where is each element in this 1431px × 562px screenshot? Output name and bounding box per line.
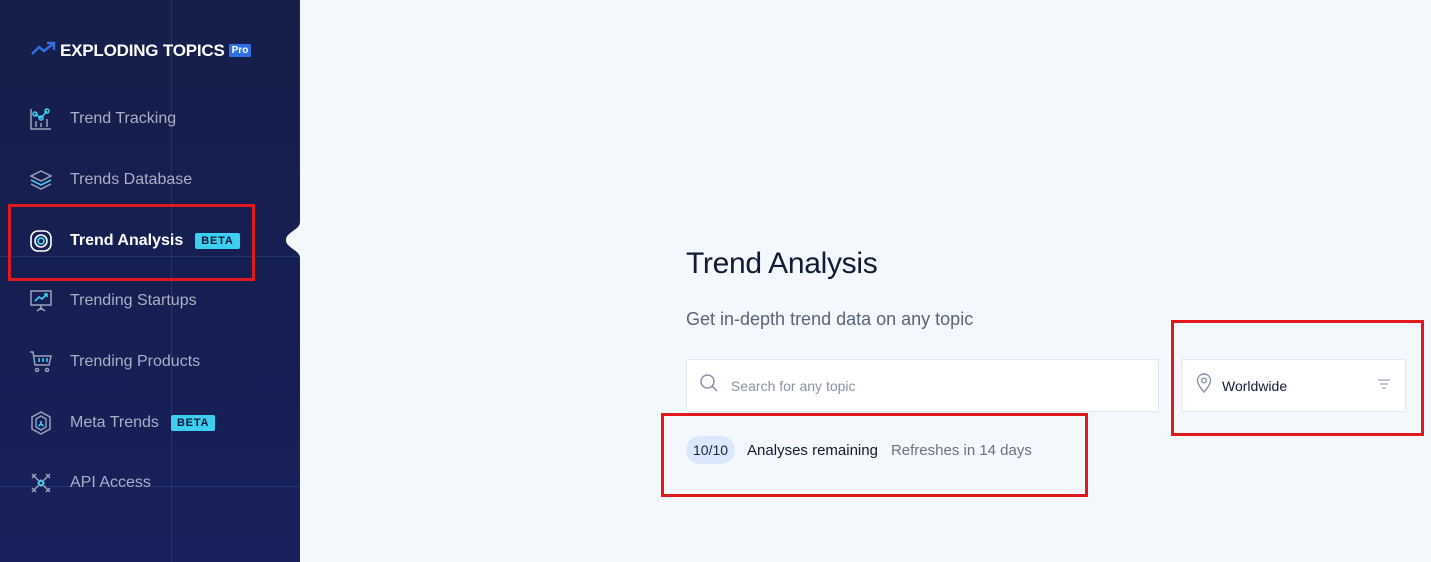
sidebar-item-label: API Access xyxy=(70,474,151,491)
sidebar-item-meta-trends[interactable]: Meta Trends BETA xyxy=(28,409,216,437)
active-item-notch xyxy=(286,222,300,258)
sidebar-item-trend-analysis[interactable]: Trend Analysis BETA xyxy=(28,227,240,255)
sidebar-item-trend-tracking[interactable]: Trend Tracking xyxy=(28,105,176,133)
location-value: Worldwide xyxy=(1222,377,1288,394)
filter-icon[interactable] xyxy=(1377,377,1391,395)
search-icon xyxy=(699,373,719,398)
sidebar-item-label: Trends Database xyxy=(70,171,193,188)
map-pin-icon xyxy=(1196,373,1212,398)
pro-badge: Pro xyxy=(228,44,252,57)
grid-line xyxy=(0,256,300,257)
layers-icon xyxy=(28,167,54,193)
analyses-quota: 10/10 Analyses remaining Refreshes in 14… xyxy=(686,436,1032,464)
sidebar-item-label: Trending Startups xyxy=(70,292,197,309)
grid-line xyxy=(171,0,172,562)
search-box[interactable] xyxy=(686,359,1159,412)
sidebar-border xyxy=(299,0,300,562)
sidebar-item-trends-database[interactable]: Trends Database xyxy=(28,166,192,194)
quota-refresh-text: Refreshes in 14 days xyxy=(890,441,1032,459)
sidebar: EXPLODING TOPICS Pro Trend Tracking Tren… xyxy=(0,0,300,562)
page-title: Trend Analysis xyxy=(686,247,878,280)
sidebar-item-label: Trend Analysis xyxy=(70,232,184,249)
quota-count-badge: 10/10 xyxy=(686,436,736,464)
shopping-cart-icon xyxy=(28,349,54,375)
trend-tracking-icon xyxy=(28,106,54,132)
quota-label: Analyses remaining xyxy=(747,441,878,459)
location-select[interactable]: Worldwide xyxy=(1181,359,1406,412)
sidebar-item-trending-startups[interactable]: Trending Startups xyxy=(28,287,197,315)
beta-badge: BETA xyxy=(170,415,216,431)
sidebar-item-label: Trend Tracking xyxy=(70,110,177,127)
hexagon-icon xyxy=(28,410,54,436)
search-input[interactable] xyxy=(731,377,1131,394)
brand-name: EXPLODING TOPICS xyxy=(60,40,225,60)
beta-badge: BETA xyxy=(195,233,240,249)
sidebar-item-label: Trending Products xyxy=(70,353,201,370)
target-icon xyxy=(28,228,54,254)
sidebar-item-label: Meta Trends xyxy=(70,414,159,431)
logo[interactable]: EXPLODING TOPICS Pro xyxy=(30,40,252,61)
page-subtitle: Get in-depth trend data on any topic xyxy=(686,309,974,329)
sidebar-item-api-access[interactable]: API Access xyxy=(28,469,151,497)
logo-arrow-icon xyxy=(30,40,58,61)
sidebar-item-trending-products[interactable]: Trending Products xyxy=(28,348,200,376)
presentation-chart-icon xyxy=(28,288,54,314)
api-icon xyxy=(28,470,54,496)
